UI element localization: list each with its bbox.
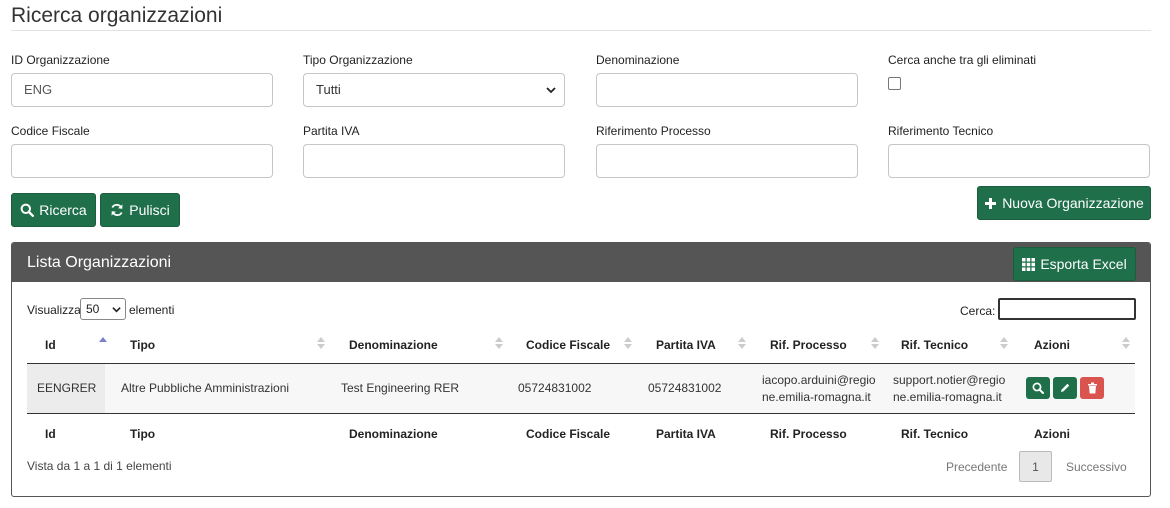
cell-rif-processo-line2: ne.emilia-romagna.it bbox=[762, 390, 871, 404]
rif-processo-input[interactable] bbox=[596, 144, 858, 178]
sort-icon bbox=[495, 337, 503, 349]
pulisci-button[interactable]: Pulisci bbox=[100, 193, 180, 227]
cell-tipo: Altre Pubbliche Amministrazioni bbox=[121, 381, 290, 395]
edit-button[interactable] bbox=[1053, 377, 1077, 399]
pagination-next[interactable]: Successivo bbox=[1066, 460, 1127, 474]
col-header-azioni[interactable]: Azioni bbox=[1034, 338, 1070, 352]
page-length-select[interactable]: 50 bbox=[80, 298, 126, 320]
visualizza-label: Visualizza bbox=[27, 303, 81, 317]
nuova-organizzazione-label: Nuova Organizzazione bbox=[1002, 195, 1144, 211]
search-icon bbox=[1032, 382, 1044, 394]
cell-id: EENGRER bbox=[37, 381, 97, 395]
denominazione-label: Denominazione bbox=[596, 53, 680, 67]
foot-header-id: Id bbox=[45, 427, 56, 441]
footer-divider bbox=[27, 413, 1135, 414]
sort-icon bbox=[624, 337, 632, 349]
pagination-previous[interactable]: Precedente bbox=[946, 460, 1007, 474]
ricerca-button-label: Ricerca bbox=[39, 202, 87, 218]
delete-button[interactable] bbox=[1080, 377, 1104, 399]
plus-icon bbox=[985, 197, 997, 209]
rif-processo-label: Riferimento Processo bbox=[596, 124, 711, 138]
sort-icon bbox=[317, 337, 325, 349]
esporta-excel-label: Esporta Excel bbox=[1040, 256, 1127, 272]
lista-organizzazioni-panel: Lista Organizzazioni Esporta Excel Visua… bbox=[11, 242, 1151, 497]
chevron-down-icon bbox=[112, 307, 121, 313]
search-icon bbox=[20, 203, 35, 217]
cell-rif-tecnico-line1: support.notier@regio bbox=[893, 373, 1006, 387]
panel-header: Lista Organizzazioni Esporta Excel bbox=[12, 243, 1150, 282]
foot-header-tipo: Tipo bbox=[130, 427, 156, 441]
codice-fiscale-input[interactable] bbox=[11, 144, 273, 178]
foot-header-denominazione: Denominazione bbox=[349, 427, 438, 441]
eliminati-checkbox[interactable] bbox=[888, 77, 901, 90]
table-info: Vista da 1 a 1 di 1 elementi bbox=[27, 459, 172, 473]
eliminati-label: Cerca anche tra gli eliminati bbox=[888, 53, 1037, 67]
sort-asc-icon bbox=[99, 337, 107, 342]
foot-header-rif-processo: Rif. Processo bbox=[770, 427, 847, 441]
foot-header-codice-fiscale: Codice Fiscale bbox=[526, 427, 611, 441]
denominazione-input[interactable] bbox=[596, 73, 858, 107]
col-header-codice-fiscale[interactable]: Codice Fiscale bbox=[526, 338, 610, 352]
foot-header-rif-tecnico: Rif. Tecnico bbox=[901, 427, 969, 441]
foot-header-azioni: Azioni bbox=[1034, 427, 1070, 441]
pulisci-button-label: Pulisci bbox=[129, 202, 170, 218]
sort-icon bbox=[871, 337, 879, 349]
tipo-org-select[interactable]: Tutti bbox=[303, 73, 565, 107]
rif-tecnico-input[interactable] bbox=[888, 144, 1150, 178]
cell-partita-iva: 05724831002 bbox=[648, 381, 722, 395]
page-title: Ricerca organizzazioni bbox=[11, 4, 223, 27]
cell-rif-tecnico-line2: ne.emilia-romagna.it bbox=[893, 390, 1002, 404]
foot-header-partita-iva: Partita IVA bbox=[656, 427, 716, 441]
id-org-input[interactable]: ENG bbox=[11, 73, 273, 107]
col-header-rif-tecnico[interactable]: Rif. Tecnico bbox=[901, 338, 968, 352]
sort-icon bbox=[738, 337, 746, 349]
sort-icon bbox=[1122, 337, 1130, 349]
cell-denominazione: Test Engineering RER bbox=[341, 381, 460, 395]
col-header-tipo[interactable]: Tipo bbox=[130, 338, 155, 352]
cerca-label: Cerca: bbox=[960, 304, 996, 318]
id-org-label: ID Organizzazione bbox=[11, 53, 110, 67]
title-divider bbox=[11, 30, 1151, 31]
ricerca-button[interactable]: Ricerca bbox=[11, 193, 96, 227]
nuova-organizzazione-button[interactable]: Nuova Organizzazione bbox=[977, 186, 1151, 220]
partita-iva-label: Partita IVA bbox=[303, 124, 360, 138]
partita-iva-input[interactable] bbox=[303, 144, 565, 178]
page-length-value: 50 bbox=[86, 302, 100, 316]
col-header-rif-processo[interactable]: Rif. Processo bbox=[770, 338, 847, 352]
codice-fiscale-label: Codice Fiscale bbox=[11, 124, 90, 138]
tipo-org-select-value: Tutti bbox=[316, 82, 341, 97]
tipo-org-label: Tipo Organizzazione bbox=[303, 53, 413, 67]
col-header-id[interactable]: Id bbox=[45, 338, 56, 352]
table-search-input[interactable] bbox=[998, 298, 1136, 320]
col-header-partita-iva[interactable]: Partita IVA bbox=[656, 338, 716, 352]
esporta-excel-button[interactable]: Esporta Excel bbox=[1013, 247, 1136, 281]
chevron-down-icon bbox=[546, 87, 556, 94]
cell-codice-fiscale: 05724831002 bbox=[518, 381, 592, 395]
pagination-current-page[interactable]: 1 bbox=[1019, 451, 1052, 482]
view-button[interactable] bbox=[1026, 377, 1050, 399]
elementi-label: elementi bbox=[129, 303, 175, 317]
pencil-icon bbox=[1061, 383, 1070, 392]
trash-icon bbox=[1087, 382, 1097, 394]
grid-icon bbox=[1022, 257, 1036, 271]
col-header-denominazione[interactable]: Denominazione bbox=[349, 338, 438, 352]
cell-rif-processo-line1: iacopo.arduini@regio bbox=[762, 373, 876, 387]
sort-icon bbox=[1000, 337, 1008, 349]
refresh-icon bbox=[111, 203, 123, 217]
rif-tecnico-label: Riferimento Tecnico bbox=[888, 124, 994, 138]
panel-title: Lista Organizzazioni bbox=[27, 254, 172, 271]
